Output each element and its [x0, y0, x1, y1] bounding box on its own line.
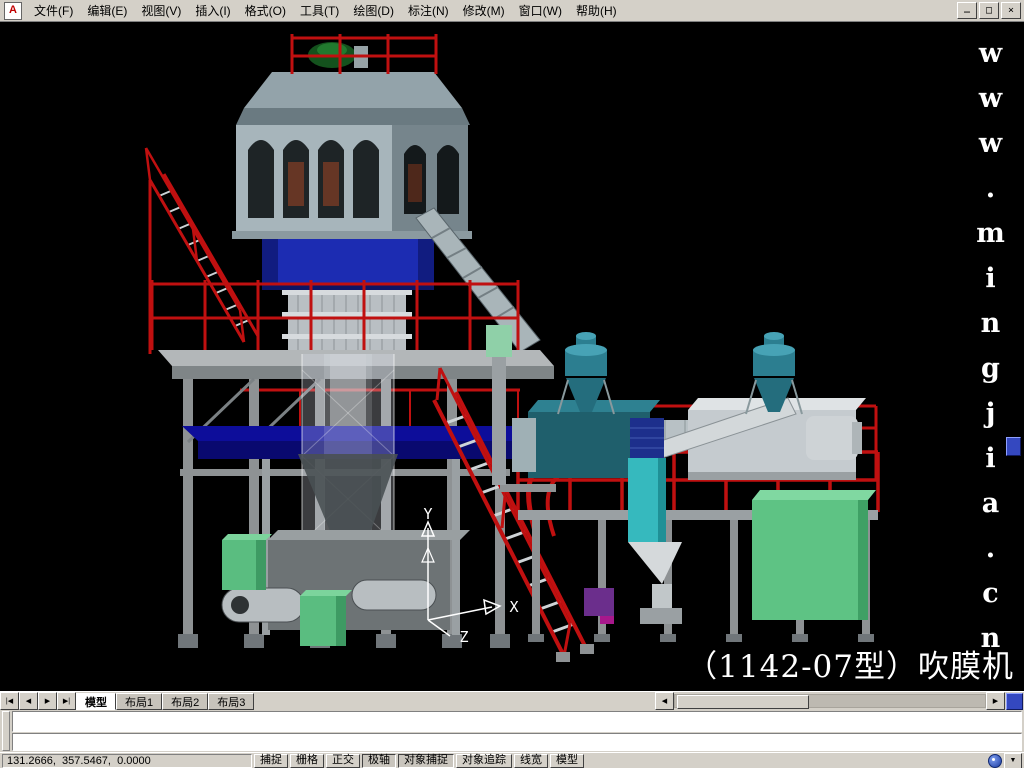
tab-model[interactable]: 模型 [76, 692, 116, 710]
model-caption: （1142-07型）吹膜机 [686, 649, 1014, 685]
close-icon: × [1007, 4, 1015, 16]
menu-item-draw[interactable]: 绘图(D) [346, 0, 401, 22]
extruder-right [645, 397, 866, 480]
application-window: A 文件(F) 编辑(E) 视图(V) 插入(I) 格式(O) 工具(T) 绘图… [0, 0, 1024, 768]
tower-structure [232, 42, 472, 354]
tab-layout1[interactable]: 布局1 [116, 692, 163, 710]
minimize-button[interactable]: _ [957, 2, 977, 19]
menu-item-view[interactable]: 视图(V) [134, 0, 188, 22]
toggle-snap[interactable]: 捕捉 [254, 753, 288, 768]
tab-nav-prev-button[interactable]: ◀ [19, 692, 38, 710]
tab-nav-next-button[interactable]: ▶ [38, 692, 57, 710]
toggle-lineweight[interactable]: 线宽 [514, 753, 548, 768]
ucs-y-label: Y [423, 505, 432, 523]
app-icon[interactable]: A [4, 1, 22, 20]
menu-item-insert[interactable]: 插入(I) [188, 0, 237, 22]
scrollbar-corner-button[interactable] [1006, 692, 1023, 710]
communication-center-icon[interactable] [988, 753, 1002, 768]
command-input-line[interactable] [12, 733, 1022, 751]
toggle-otrack[interactable]: 对象追踪 [456, 753, 512, 768]
menu-item-tools[interactable]: 工具(T) [293, 0, 346, 22]
green-cabinet-right [752, 490, 876, 620]
status-bar-menu-button[interactable]: ▼ [1004, 752, 1022, 768]
inclined-conveyor [415, 207, 541, 353]
command-window: 命令 : [0, 710, 1024, 752]
ucs-z-label: Z [459, 628, 468, 646]
h-scrollbar[interactable]: ◀ ▶ [655, 692, 1005, 710]
h-scroll-right-button[interactable]: ▶ [986, 692, 1005, 710]
toggle-model[interactable]: 模型 [550, 753, 584, 768]
command-panes: 命令 : [12, 711, 1022, 751]
layout-tab-bar: |◀ ◀ ▶ ▶| 模型 布局1 布局2 布局3 ◀ ▶ [0, 692, 1024, 710]
menu-item-edit[interactable]: 编辑(E) [80, 0, 134, 22]
toggle-ortho[interactable]: 正交 [326, 753, 360, 768]
restore-button[interactable]: □ [979, 2, 999, 19]
h-scroll-track[interactable] [674, 694, 986, 709]
menu-item-help[interactable]: 帮助(H) [569, 0, 624, 22]
watermark-text: www.mingjia.cn [975, 38, 1006, 668]
command-prompt: 命令 : [46, 731, 79, 732]
chevron-down-icon: ▼ [1009, 757, 1017, 764]
menu-item-window[interactable]: 窗口(W) [512, 0, 569, 22]
command-history[interactable]: 命令 : [12, 711, 1022, 732]
menu-item-dimension[interactable]: 标注(N) [401, 0, 456, 22]
toggle-grid[interactable]: 栅格 [290, 753, 324, 768]
h-scroll-thumb[interactable] [677, 695, 809, 709]
status-bar: 131.2666, 357.5467, 0.0000 捕捉 栅格 正交 极轴 对… [0, 752, 1024, 768]
toggle-osnap[interactable]: 对象捕捉 [398, 753, 454, 768]
command-window-grip[interactable] [2, 711, 10, 751]
tab-bar-filler [254, 693, 655, 709]
tab-layout3[interactable]: 布局3 [208, 692, 255, 710]
h-scroll-left-button[interactable]: ◀ [655, 692, 674, 710]
menu-item-modify[interactable]: 修改(M) [456, 0, 512, 22]
machine-3d-render: Y X Z [144, 34, 880, 662]
close-button[interactable]: × [1001, 2, 1021, 19]
tab-nav-last-button[interactable]: ▶| [57, 692, 76, 710]
restore-icon: □ [985, 4, 993, 16]
v-scroll-thumb[interactable] [1006, 437, 1021, 456]
menu-bar: A 文件(F) 编辑(E) 视图(V) 插入(I) 格式(O) 工具(T) 绘图… [0, 0, 1024, 22]
window-controls: _ □ × [957, 2, 1024, 19]
tab-nav-first-button[interactable]: |◀ [0, 692, 19, 710]
coordinate-display[interactable]: 131.2666, 357.5467, 0.0000 [2, 753, 252, 768]
tab-layout2[interactable]: 布局2 [162, 692, 209, 710]
ucs-x-label: X [509, 598, 518, 616]
minimize-icon: _ [963, 1, 971, 13]
menu-item-file[interactable]: 文件(F) [27, 0, 80, 22]
toggle-polar[interactable]: 极轴 [362, 753, 396, 768]
menu-item-format[interactable]: 格式(O) [238, 0, 293, 22]
drawing-viewport[interactable]: Y X Z www.mingjia.cn （1142-07型）吹膜机 [0, 22, 1024, 692]
